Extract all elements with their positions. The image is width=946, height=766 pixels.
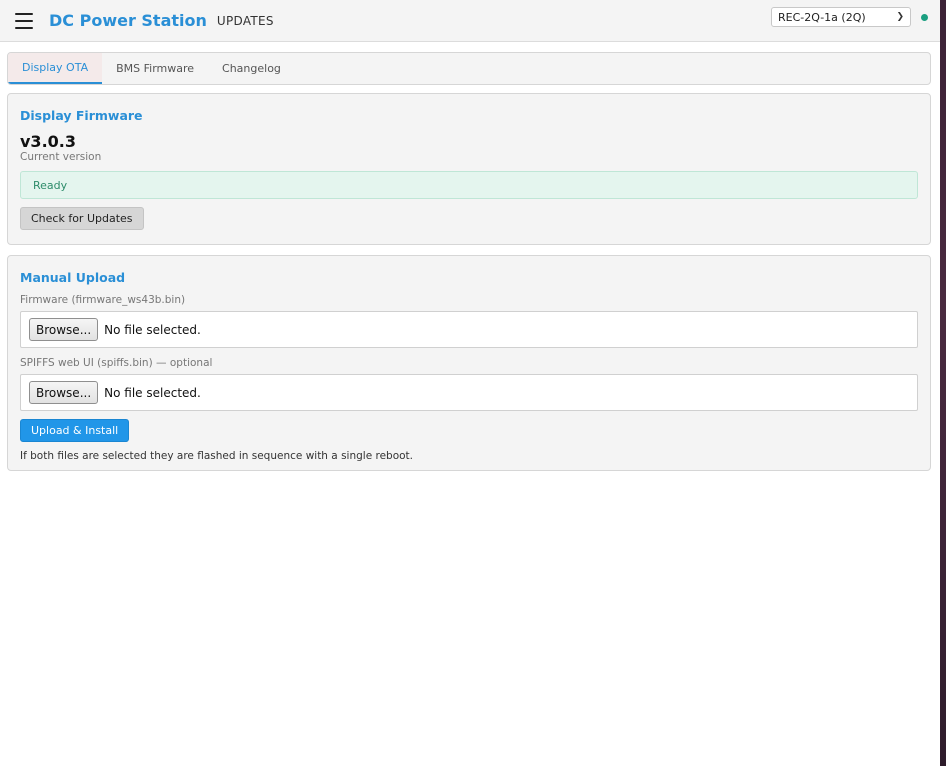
- app-title: DC Power Station: [49, 11, 207, 30]
- tab-bar: Display OTA BMS Firmware Changelog: [7, 52, 931, 85]
- manual-upload-card: Manual Upload Firmware (firmware_ws43b.b…: [7, 255, 931, 471]
- firmware-file-status: No file selected.: [104, 322, 201, 337]
- firmware-browse-button[interactable]: Browse...: [29, 318, 99, 341]
- manual-upload-title: Manual Upload: [20, 270, 126, 285]
- upload-install-button[interactable]: Upload & Install: [20, 419, 130, 442]
- status-text: Ready: [33, 178, 68, 192]
- spiffs-browse-button[interactable]: Browse...: [29, 381, 99, 404]
- firmware-field-label: Firmware (firmware_ws43b.bin): [20, 294, 186, 306]
- current-version: v3.0.3: [20, 132, 76, 151]
- chevron-down-icon: ❯: [896, 12, 904, 22]
- upload-note: If both files are selected they are flas…: [20, 450, 414, 462]
- tab-display-ota[interactable]: Display OTA: [8, 53, 103, 84]
- menu-icon[interactable]: [15, 12, 33, 29]
- page-title: UPDATES: [216, 13, 274, 28]
- firmware-file-input[interactable]: Browse... No file selected.: [20, 311, 918, 348]
- device-select[interactable]: REC-2Q-1a (2Q) ❯: [771, 7, 911, 27]
- device-select-value: REC-2Q-1a (2Q): [778, 10, 866, 24]
- spiffs-field-label: SPIFFS web UI (spiffs.bin) — optional: [20, 357, 213, 369]
- desktop-background-edge: [940, 0, 946, 766]
- tab-bms-firmware[interactable]: BMS Firmware: [102, 53, 208, 84]
- display-firmware-card: Display Firmware v3.0.3 Current version …: [7, 93, 931, 245]
- status-box: Ready: [20, 171, 918, 199]
- connection-status-dot: [921, 14, 928, 21]
- check-for-updates-button[interactable]: Check for Updates: [20, 207, 144, 230]
- tab-changelog[interactable]: Changelog: [208, 53, 295, 84]
- spiffs-file-status: No file selected.: [104, 385, 201, 400]
- current-version-caption: Current version: [20, 151, 102, 163]
- top-bar: DC Power Station UPDATES REC-2Q-1a (2Q) …: [0, 0, 940, 42]
- updates-page: DC Power Station UPDATES REC-2Q-1a (2Q) …: [0, 0, 946, 766]
- display-firmware-title: Display Firmware: [20, 108, 143, 123]
- spiffs-file-input[interactable]: Browse... No file selected.: [20, 374, 918, 411]
